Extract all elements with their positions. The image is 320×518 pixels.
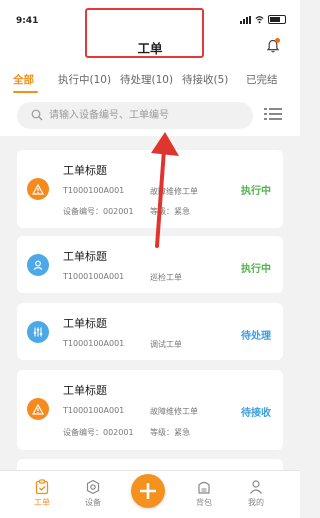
work-order-icon [35,479,49,495]
nav-label-backpack: 背包 [196,498,212,507]
nav-backpack[interactable]: 背包 [184,479,224,508]
annotation-arrow-icon [151,132,179,248]
backpack-icon [198,481,210,494]
device-gear-icon [86,479,100,495]
user-icon [250,480,262,494]
nav-devices[interactable]: 设备 [73,479,113,508]
nav-label-work-orders: 工单 [34,498,50,507]
add-button[interactable] [131,474,165,508]
nav-label-profile: 我的 [248,498,264,507]
plus-icon [140,483,156,499]
nav-profile[interactable]: 我的 [236,479,276,508]
nav-work-orders[interactable]: 工单 [22,479,62,508]
nav-label-devices: 设备 [85,498,101,507]
